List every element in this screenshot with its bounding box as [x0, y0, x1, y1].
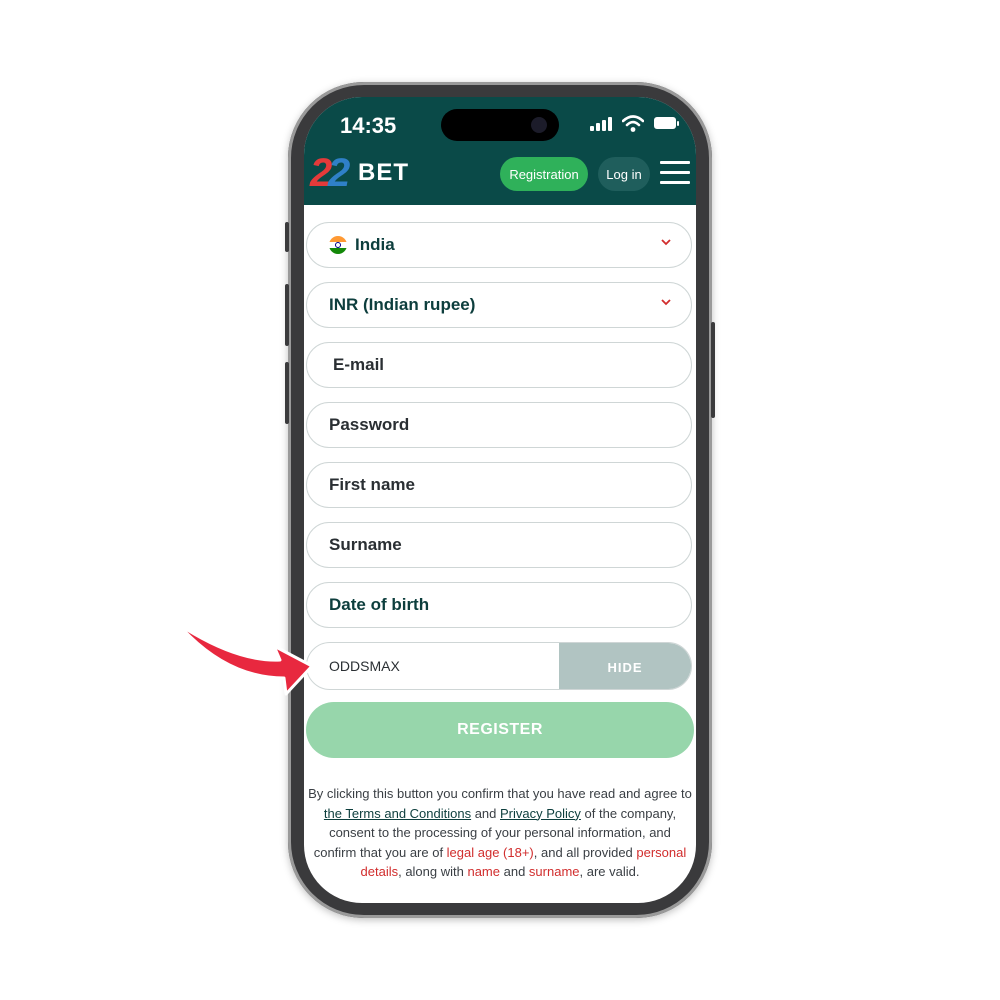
surname-placeholder: Surname — [329, 535, 402, 554]
camera-icon — [531, 117, 547, 133]
date-of-birth-placeholder: Date of birth — [329, 595, 430, 614]
india-flag-icon — [329, 236, 347, 254]
phone-volume-down-button — [285, 362, 289, 424]
hamburger-menu-icon[interactable] — [660, 161, 690, 185]
terms-link[interactable]: the Terms and Conditions — [324, 806, 471, 821]
login-button[interactable]: Log in — [598, 157, 650, 191]
legal-text: By clicking this button you confirm that… — [308, 786, 692, 801]
email-field[interactable]: E-mail — [306, 342, 692, 388]
phone-volume-up-button — [285, 284, 289, 346]
phone-power-button — [711, 322, 715, 418]
password-placeholder: Password — [329, 415, 410, 434]
dynamic-island — [441, 109, 559, 141]
date-of-birth-field[interactable]: Date of birth — [306, 582, 692, 628]
cellular-signal-icon — [590, 117, 614, 131]
promo-code-field[interactable]: ODDSMAX HIDE — [306, 642, 692, 690]
status-icons — [590, 115, 680, 135]
first-name-placeholder: First name — [329, 475, 415, 494]
country-select[interactable]: India — [306, 222, 692, 268]
app-header: 14:35 2 2 BET Registration Log in — [304, 97, 696, 205]
chevron-down-icon — [661, 299, 671, 306]
privacy-policy-link[interactable]: Privacy Policy — [500, 806, 581, 821]
phone-side-button — [285, 222, 289, 252]
promo-code-value: ODDSMAX — [329, 658, 400, 674]
chevron-down-icon — [661, 239, 671, 246]
logo-digit-2: 2 — [328, 151, 351, 195]
status-time: 14:35 — [340, 113, 397, 138]
legal-text: , and all provided — [533, 844, 637, 860]
first-name-field[interactable]: First name — [306, 462, 692, 508]
wifi-icon — [622, 115, 644, 132]
surname-link[interactable]: surname — [529, 864, 580, 879]
currency-value: INR (Indian rupee) — [329, 295, 476, 314]
logo-word: BET — [358, 159, 409, 186]
phone-screen: 14:35 2 2 BET Registration Log in India … — [304, 97, 696, 903]
currency-select[interactable]: INR (Indian rupee) — [306, 282, 692, 328]
hide-promo-button[interactable]: HIDE — [559, 643, 691, 689]
legal-text: and — [471, 805, 501, 821]
email-placeholder: E-mail — [333, 355, 385, 374]
country-value: India — [355, 235, 395, 254]
name-link[interactable]: name — [467, 864, 500, 879]
legal-disclaimer: By clicking this button you confirm that… — [306, 784, 694, 882]
legal-age-link[interactable]: legal age (18+) — [447, 845, 534, 860]
surname-field[interactable]: Surname — [306, 522, 692, 568]
legal-text: , are valid. — [579, 864, 640, 879]
register-button[interactable]: REGISTER — [306, 702, 694, 758]
brand-logo[interactable]: 2 2 BET — [310, 151, 420, 195]
battery-icon — [654, 117, 679, 129]
pointer-arrow-icon — [176, 622, 314, 696]
password-field[interactable]: Password — [306, 402, 692, 448]
registration-button[interactable]: Registration — [500, 157, 588, 191]
legal-text: and — [500, 864, 529, 879]
legal-text: , along with — [398, 864, 468, 879]
